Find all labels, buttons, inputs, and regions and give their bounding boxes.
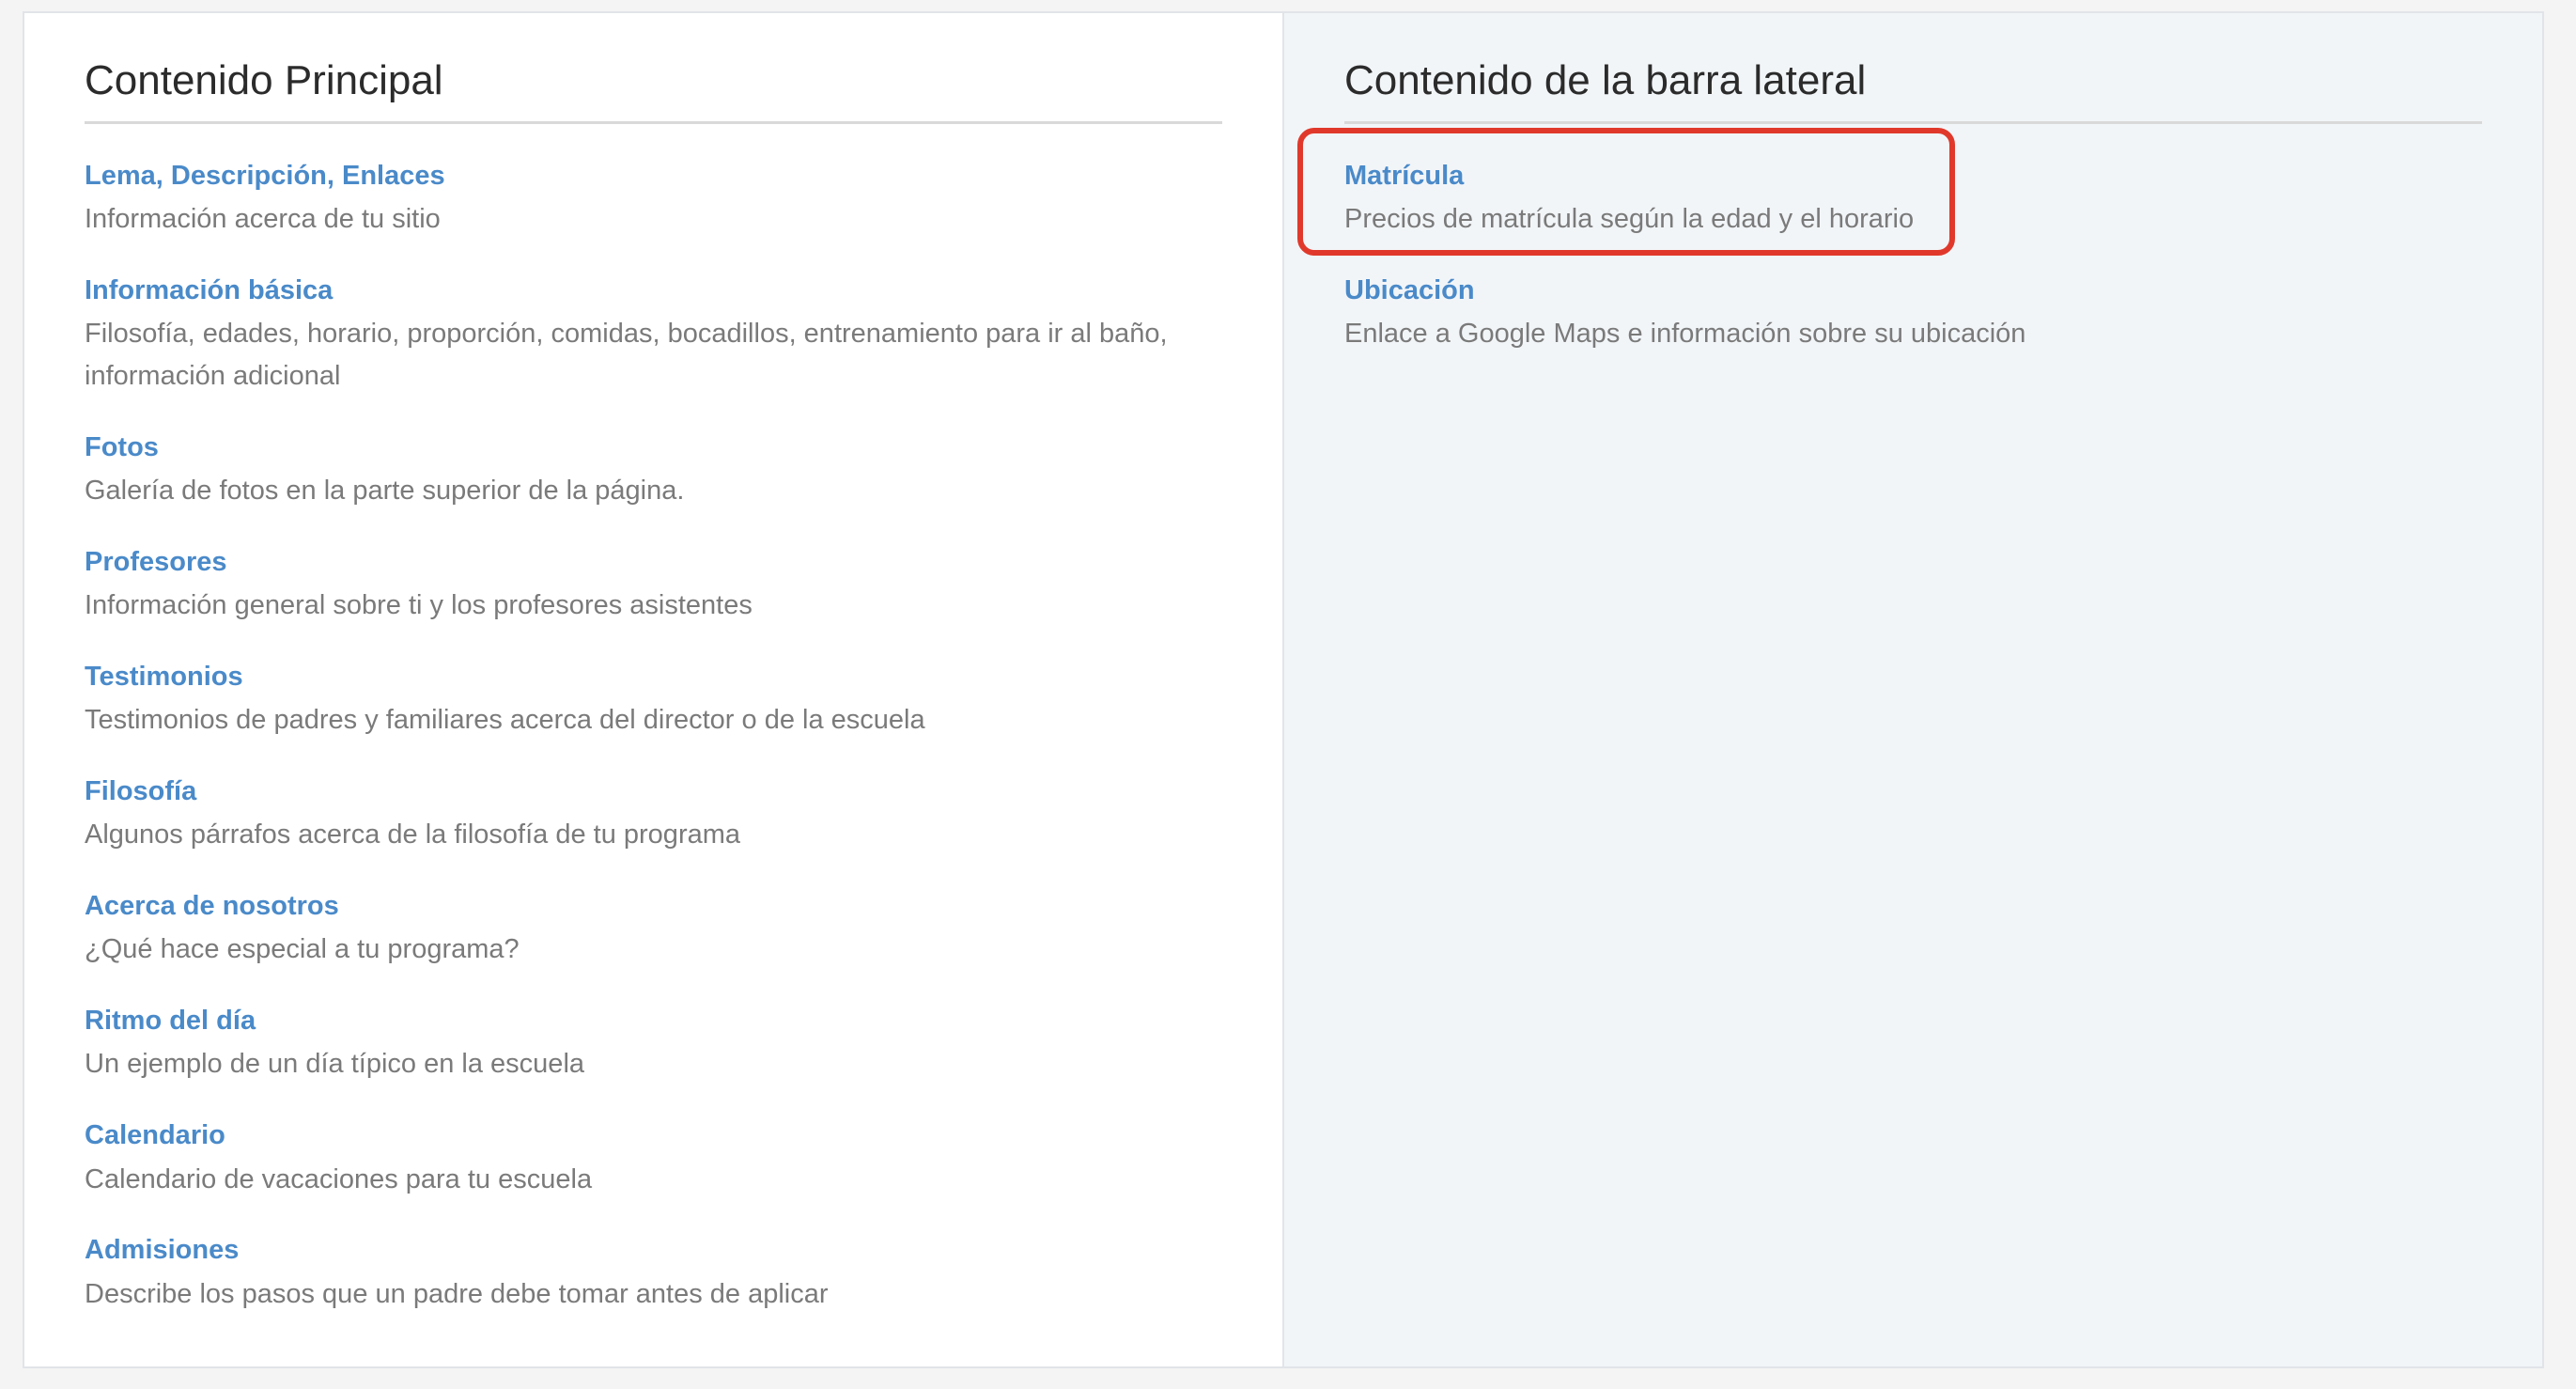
main-content-column: Contenido Principal Lema, Descripción, E… [24, 13, 1284, 1366]
list-item-matricula: Matrícula Precios de matrícula según la … [1344, 158, 2482, 241]
item-description: Un ejemplo de un día típico en la escuel… [85, 1049, 585, 1080]
link-filosofia[interactable]: Filosofía [85, 773, 1222, 810]
list-item-ritmo-del-dia: Ritmo del día Un ejemplo de un día típic… [85, 1003, 1222, 1085]
list-item-admisiones: Admisiones Describe los pasos que un pad… [85, 1232, 1222, 1315]
item-description: Describe los pasos que un padre debe tom… [85, 1278, 829, 1309]
item-description: Calendario de vacaciones para tu escuela [85, 1163, 593, 1194]
list-item-informacion-basica: Información básica Filosofía, edades, ho… [85, 273, 1222, 398]
item-description: Testimonios de padres y familiares acerc… [85, 705, 925, 736]
list-item-calendario: Calendario Calendario de vacaciones para… [85, 1117, 1222, 1200]
list-item-lema: Lema, Descripción, Enlaces Información a… [85, 158, 1222, 241]
link-acerca-de-nosotros[interactable]: Acerca de nosotros [85, 888, 1222, 925]
link-profesores[interactable]: Profesores [85, 544, 1222, 581]
main-content-title: Contenido Principal [85, 56, 1222, 124]
item-description: Galería de fotos en la parte superior de… [85, 476, 685, 507]
link-testimonios[interactable]: Testimonios [85, 659, 1222, 695]
sidebar-content-title: Contenido de la barra lateral [1344, 56, 2482, 124]
link-admisiones[interactable]: Admisiones [85, 1232, 1222, 1269]
sidebar-content-column: Contenido de la barra lateral Matrícula … [1284, 13, 2542, 1366]
list-item-fotos: Fotos Galería de fotos en la parte super… [85, 429, 1222, 512]
link-calendario[interactable]: Calendario [85, 1117, 1222, 1154]
item-description: Filosofía, edades, horario, proporción, … [85, 319, 1168, 391]
list-item-acerca-de-nosotros: Acerca de nosotros ¿Qué hace especial a … [85, 888, 1222, 971]
item-description: Enlace a Google Maps e información sobre… [1344, 319, 2026, 350]
item-description: Información general sobre ti y los profe… [85, 590, 753, 621]
list-item-ubicacion: Ubicación Enlace a Google Maps e informa… [1344, 273, 2482, 355]
link-informacion-basica[interactable]: Información básica [85, 273, 1222, 309]
link-lema-descripcion-enlaces[interactable]: Lema, Descripción, Enlaces [85, 158, 1222, 195]
content-editor-panel: Contenido Principal Lema, Descripción, E… [23, 11, 2544, 1368]
link-ritmo-del-dia[interactable]: Ritmo del día [85, 1003, 1222, 1039]
list-item-testimonios: Testimonios Testimonios de padres y fami… [85, 659, 1222, 741]
item-description: Precios de matrícula según la edad y el … [1344, 203, 1915, 234]
list-item-profesores: Profesores Información general sobre ti … [85, 544, 1222, 627]
item-description: Información acerca de tu sitio [85, 203, 441, 234]
item-description: ¿Qué hace especial a tu programa? [85, 934, 520, 965]
link-fotos[interactable]: Fotos [85, 429, 1222, 466]
list-item-filosofia: Filosofía Algunos párrafos acerca de la … [85, 773, 1222, 856]
link-ubicacion[interactable]: Ubicación [1344, 273, 2482, 309]
item-description: Algunos párrafos acerca de la filosofía … [85, 819, 741, 851]
link-matricula[interactable]: Matrícula [1344, 158, 2482, 195]
